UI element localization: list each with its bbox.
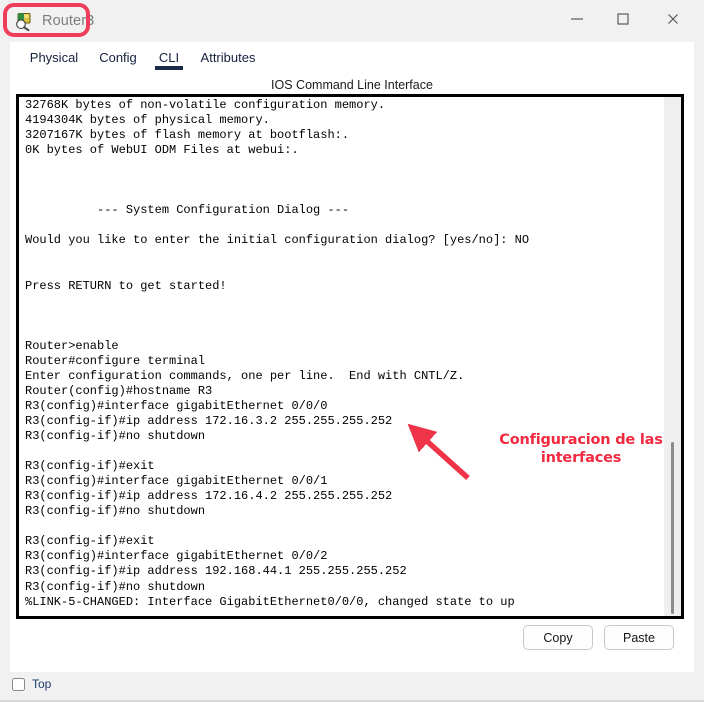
tab-physical-label: Physical <box>29 50 79 65</box>
tab-physical[interactable]: Physical <box>20 42 88 73</box>
tab-cli-label: CLI <box>158 50 180 65</box>
cli-heading: IOS Command Line Interface <box>271 78 433 92</box>
paste-button[interactable]: Paste <box>604 625 674 650</box>
window-title-text: Router3 <box>42 13 95 29</box>
tab-config[interactable]: Config <box>88 42 148 73</box>
tab-cli[interactable]: CLI <box>148 42 190 73</box>
window-title-bar[interactable]: Router3 <box>0 0 704 42</box>
cli-terminal[interactable]: 32768K bytes of non-volatile configurati… <box>16 94 684 619</box>
close-button[interactable] <box>650 0 696 42</box>
footer-bar: Top <box>0 672 704 702</box>
cli-scrollbar[interactable] <box>664 97 681 616</box>
top-checkbox-row[interactable]: Top <box>12 677 51 691</box>
tab-bar: Physical Config CLI Attributes <box>10 42 694 73</box>
action-row: Copy Paste <box>10 625 694 655</box>
tab-config-label: Config <box>99 50 137 65</box>
tab-cli-active-indicator <box>155 66 183 70</box>
copy-button-label: Copy <box>543 630 573 645</box>
close-icon <box>666 12 680 31</box>
window-body: Physical Config CLI Attributes IOS Comma… <box>10 42 694 672</box>
top-checkbox[interactable] <box>12 677 25 691</box>
maximize-button[interactable] <box>600 0 646 42</box>
paste-button-label: Paste <box>623 630 655 645</box>
tab-attributes[interactable]: Attributes <box>190 42 266 73</box>
minimize-icon <box>570 12 584 31</box>
maximize-icon <box>616 12 630 31</box>
minimize-button[interactable] <box>554 0 600 42</box>
cli-scrollbar-thumb[interactable] <box>671 442 674 614</box>
tab-attributes-label: Attributes <box>200 50 256 65</box>
packet-tracer-router-icon <box>14 12 33 31</box>
window-title-group: Router3 <box>14 0 94 42</box>
cli-terminal-output: 32768K bytes of non-volatile configurati… <box>25 98 530 609</box>
copy-button[interactable]: Copy <box>523 625 593 650</box>
cli-window: Router3 Physical Config CLI Attributes I… <box>0 0 704 702</box>
top-checkbox-label: Top <box>32 677 52 691</box>
